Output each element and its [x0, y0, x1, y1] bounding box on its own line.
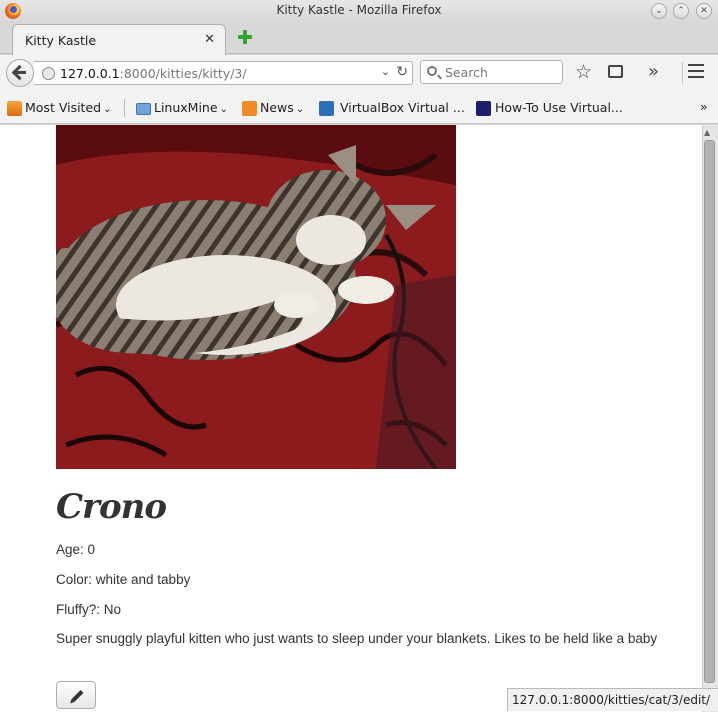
search-placeholder: Search: [445, 65, 488, 80]
tab-strip: Kitty Kastle ✕: [0, 22, 718, 55]
kitty-fluffy: Fluffy?: No: [56, 602, 122, 617]
pencil-icon: [71, 689, 84, 703]
rss-feed-icon: [242, 101, 257, 116]
sleeping-cat-image: [56, 125, 456, 469]
kitty-color: Color: white and tabby: [56, 572, 191, 587]
scroll-up-icon[interactable]: ▲: [704, 128, 710, 137]
url-history-dropdown-icon[interactable]: ⌄: [381, 65, 390, 78]
bookmarks-divider: [124, 99, 125, 117]
bookmark-news[interactable]: News ⌄: [260, 100, 304, 115]
globe-icon: [42, 67, 55, 80]
window-titlebar: Kitty Kastle - Mozilla Firefox ⌄ ⌃ ✕: [0, 0, 718, 22]
edit-kitty-button[interactable]: [56, 681, 96, 709]
menu-icon[interactable]: [688, 64, 704, 78]
kitty-age: Age: 0: [56, 542, 96, 557]
bookmark-most-visited[interactable]: Most Visited ⌄: [25, 100, 111, 115]
reload-icon[interactable]: ↻: [396, 64, 408, 80]
bookmark-linuxmine[interactable]: LinuxMine ⌄: [154, 100, 228, 115]
page-content: Crono Age: 0 Color: white and tabby Fluf…: [0, 125, 702, 712]
kitty-description: Super snuggly playful kitten who just wa…: [56, 631, 658, 646]
maximize-button[interactable]: ⌃: [673, 3, 689, 19]
url-text[interactable]: 127.0.0.1:8000/kitties/kitty/3/: [60, 66, 247, 81]
bookmark-virtualbox[interactable]: VirtualBox Virtual ...: [340, 100, 465, 115]
tab-label: Kitty Kastle: [25, 33, 97, 48]
search-input[interactable]: Search: [420, 60, 563, 84]
howto-site-icon: [476, 101, 491, 116]
close-window-button[interactable]: ✕: [696, 3, 712, 19]
star-icon[interactable]: ☆: [575, 61, 592, 83]
reading-list-icon[interactable]: [608, 65, 623, 78]
close-tab-icon[interactable]: ✕: [204, 32, 215, 47]
url-bar[interactable]: 127.0.0.1:8000/kitties/kitty/3/ ⌄ ↻: [34, 61, 413, 85]
most-visited-folder-icon: [7, 101, 22, 116]
folder-icon: [136, 103, 151, 115]
search-icon: [427, 66, 437, 76]
scrollbar-thumb[interactable]: [704, 140, 715, 683]
minimize-button[interactable]: ⌄: [651, 3, 667, 19]
tab-kitty-kastle[interactable]: Kitty Kastle ✕: [12, 24, 226, 55]
bookmarks-overflow-icon[interactable]: »: [700, 99, 708, 114]
bookmark-howto[interactable]: How-To Use Virtual...: [495, 100, 623, 115]
status-link-preview: 127.0.0.1:8000/kitties/cat/3/edit/: [507, 688, 718, 711]
new-tab-icon[interactable]: [236, 28, 254, 46]
window-title: Kitty Kastle - Mozilla Firefox: [276, 3, 442, 17]
kitty-name-heading: Crono: [56, 487, 167, 527]
virtualbox-icon: [319, 101, 334, 116]
kitty-photo: [56, 125, 456, 469]
toolbar-divider: [682, 62, 683, 84]
overflow-menu-icon[interactable]: »: [648, 61, 659, 82]
back-arrow-icon[interactable]: [6, 59, 34, 87]
